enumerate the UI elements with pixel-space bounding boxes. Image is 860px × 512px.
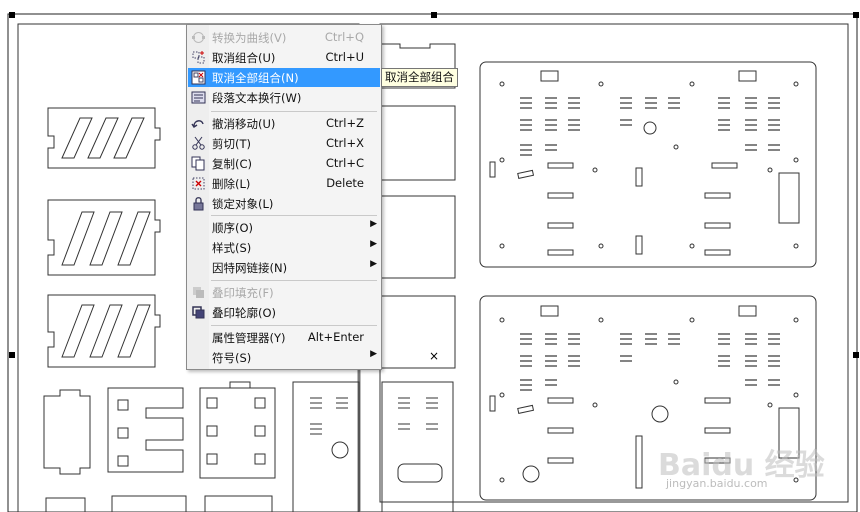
context-menu: 转换为曲线(V) Ctrl+Q 取消组合(U) Ctrl+U 取消全部组合(N)… <box>186 24 382 370</box>
menu-separator <box>211 215 377 216</box>
ungroup-all-icon <box>191 70 206 85</box>
menu-item-ungroup[interactable]: 取消组合(U) Ctrl+U <box>188 48 380 67</box>
lock-icon <box>193 197 204 211</box>
menu-item-shortcut: Delete <box>326 176 364 190</box>
overprint-fill-icon <box>193 287 204 298</box>
menu-item-label: 属性管理器(Y) <box>212 331 286 345</box>
menu-item-convert-to-curves[interactable]: 转换为曲线(V) Ctrl+Q <box>188 28 380 47</box>
copy-icon <box>191 156 205 171</box>
menu-item-delete[interactable]: 删除(L) Delete <box>188 174 380 193</box>
small-parts-bottom <box>45 495 273 512</box>
menu-item-overprint-fill[interactable]: 叠印填充(F) <box>188 283 380 302</box>
menu-item-shortcut: Ctrl+X <box>326 136 364 150</box>
menu-separator <box>211 325 377 326</box>
menu-item-label: 剪切(T) <box>212 137 251 151</box>
scissors-icon <box>192 136 205 150</box>
menu-item-symbol[interactable]: 符号(S) ▶ <box>188 348 380 367</box>
wrap-text-icon <box>191 91 206 104</box>
menu-item-label: 叠印轮廓(O) <box>212 306 277 320</box>
menu-item-lock-object[interactable]: 锁定对象(L) <box>188 194 380 213</box>
submenu-arrow-icon: ▶ <box>370 349 377 359</box>
menu-item-order[interactable]: 顺序(O) ▶ <box>188 218 380 237</box>
menu-item-label: 叠印填充(F) <box>212 286 274 300</box>
menu-item-label: 符号(S) <box>212 351 252 365</box>
submenu-arrow-icon: ▶ <box>370 259 377 269</box>
vent-panel-left <box>292 381 360 512</box>
ladder-part-3 <box>47 294 161 368</box>
overprint-outline-icon <box>192 306 205 319</box>
menu-item-object-properties[interactable]: 属性管理器(Y) Alt+Enter <box>188 328 380 347</box>
menu-item-shortcut: Ctrl+Q <box>324 30 364 44</box>
menu-item-label: 因特网链接(N) <box>212 261 288 275</box>
side-strips <box>380 43 456 512</box>
mount-part <box>199 381 276 479</box>
ladder-part-1 <box>47 107 161 169</box>
watermark-url: jingyan.baidu.com <box>666 477 768 490</box>
undo-icon <box>191 120 204 128</box>
menu-item-shortcut: Ctrl+C <box>325 156 364 170</box>
menu-item-label: 取消组合(U) <box>212 51 276 65</box>
menu-item-shortcut: Ctrl+U <box>325 50 364 64</box>
menu-item-label: 撤消移动(U) <box>212 117 276 131</box>
menu-item-undo-move[interactable]: 撤消移动(U) Ctrl+Z <box>188 114 380 133</box>
delete-icon <box>192 177 205 190</box>
menu-separator <box>211 280 377 281</box>
menu-item-label: 顺序(O) <box>212 221 254 235</box>
selection-handle-mid-right[interactable] <box>853 352 859 358</box>
menu-item-overprint-outline[interactable]: 叠印轮廓(O) <box>188 303 380 322</box>
menu-separator <box>211 111 377 112</box>
tooltip: 取消全部组合 <box>381 68 458 87</box>
menu-item-label: 段落文本换行(W) <box>212 91 302 105</box>
menu-item-ungroup-all[interactable]: 取消全部组合(N) <box>188 68 380 87</box>
menu-item-styles[interactable]: 样式(S) ▶ <box>188 238 380 257</box>
chassis-plate-top <box>479 61 817 268</box>
page-frame-right <box>379 23 849 503</box>
submenu-arrow-icon: ▶ <box>370 219 377 229</box>
menu-item-wrap-paragraph-text[interactable]: 段落文本换行(W) <box>188 88 380 107</box>
menu-item-cut[interactable]: 剪切(T) Ctrl+X <box>188 134 380 153</box>
bracket-part <box>43 389 91 475</box>
menu-item-label: 取消全部组合(N) <box>212 71 299 85</box>
menu-item-label: 删除(L) <box>212 177 251 191</box>
submenu-arrow-icon: ▶ <box>370 239 377 249</box>
menu-item-label: 复制(C) <box>212 157 253 171</box>
menu-item-label: 样式(S) <box>212 241 252 255</box>
menu-item-label: 转换为曲线(V) <box>212 31 287 45</box>
menu-item-shortcut: Ctrl+Z <box>326 116 364 130</box>
selection-handle-top-mid[interactable] <box>431 12 437 18</box>
convert-curve-icon <box>192 32 205 43</box>
selection-handle-top-right[interactable] <box>853 12 859 18</box>
ungroup-icon <box>192 51 205 64</box>
selection-handle-mid-left[interactable] <box>9 352 15 358</box>
comb-part <box>107 387 184 473</box>
menu-item-shortcut: Alt+Enter <box>307 330 364 344</box>
ladder-part-2 <box>47 199 161 276</box>
selection-handle-top-left[interactable] <box>9 12 15 18</box>
menu-item-label: 锁定对象(L) <box>212 197 274 211</box>
selection-bbox <box>7 13 858 512</box>
menu-item-copy[interactable]: 复制(C) Ctrl+C <box>188 154 380 173</box>
menu-item-internet-links[interactable]: 因特网链接(N) ▶ <box>188 258 380 277</box>
center-marker: × <box>429 349 439 363</box>
